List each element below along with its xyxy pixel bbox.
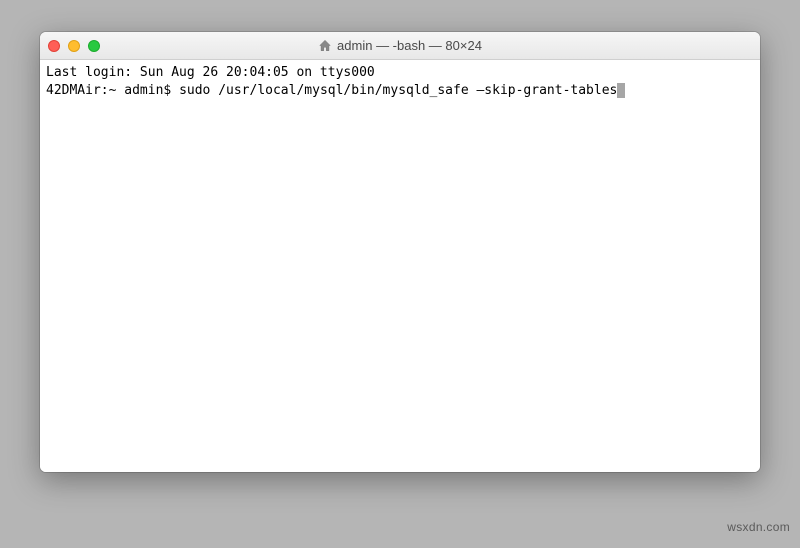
last-login-line: Last login: Sun Aug 26 20:04:05 on ttys0…	[46, 64, 754, 82]
traffic-lights	[48, 40, 100, 52]
terminal-window: admin — -bash — 80×24 Last login: Sun Au…	[40, 32, 760, 472]
prompt-prefix: 42DMAir:~ admin$	[46, 83, 171, 98]
prompt-line: 42DMAir:~ admin$ sudo /usr/local/mysql/b…	[46, 82, 754, 100]
close-button[interactable]	[48, 40, 60, 52]
window-titlebar[interactable]: admin — -bash — 80×24	[40, 32, 760, 60]
maximize-button[interactable]	[88, 40, 100, 52]
watermark-text: wsxdn.com	[727, 520, 790, 534]
text-cursor	[617, 83, 625, 98]
title-area: admin — -bash — 80×24	[40, 32, 760, 59]
minimize-button[interactable]	[68, 40, 80, 52]
terminal-content[interactable]: Last login: Sun Aug 26 20:04:05 on ttys0…	[40, 60, 760, 472]
window-title: admin — -bash — 80×24	[337, 38, 482, 53]
command-text: sudo /usr/local/mysql/bin/mysqld_safe –s…	[179, 83, 617, 98]
home-icon	[318, 39, 332, 52]
